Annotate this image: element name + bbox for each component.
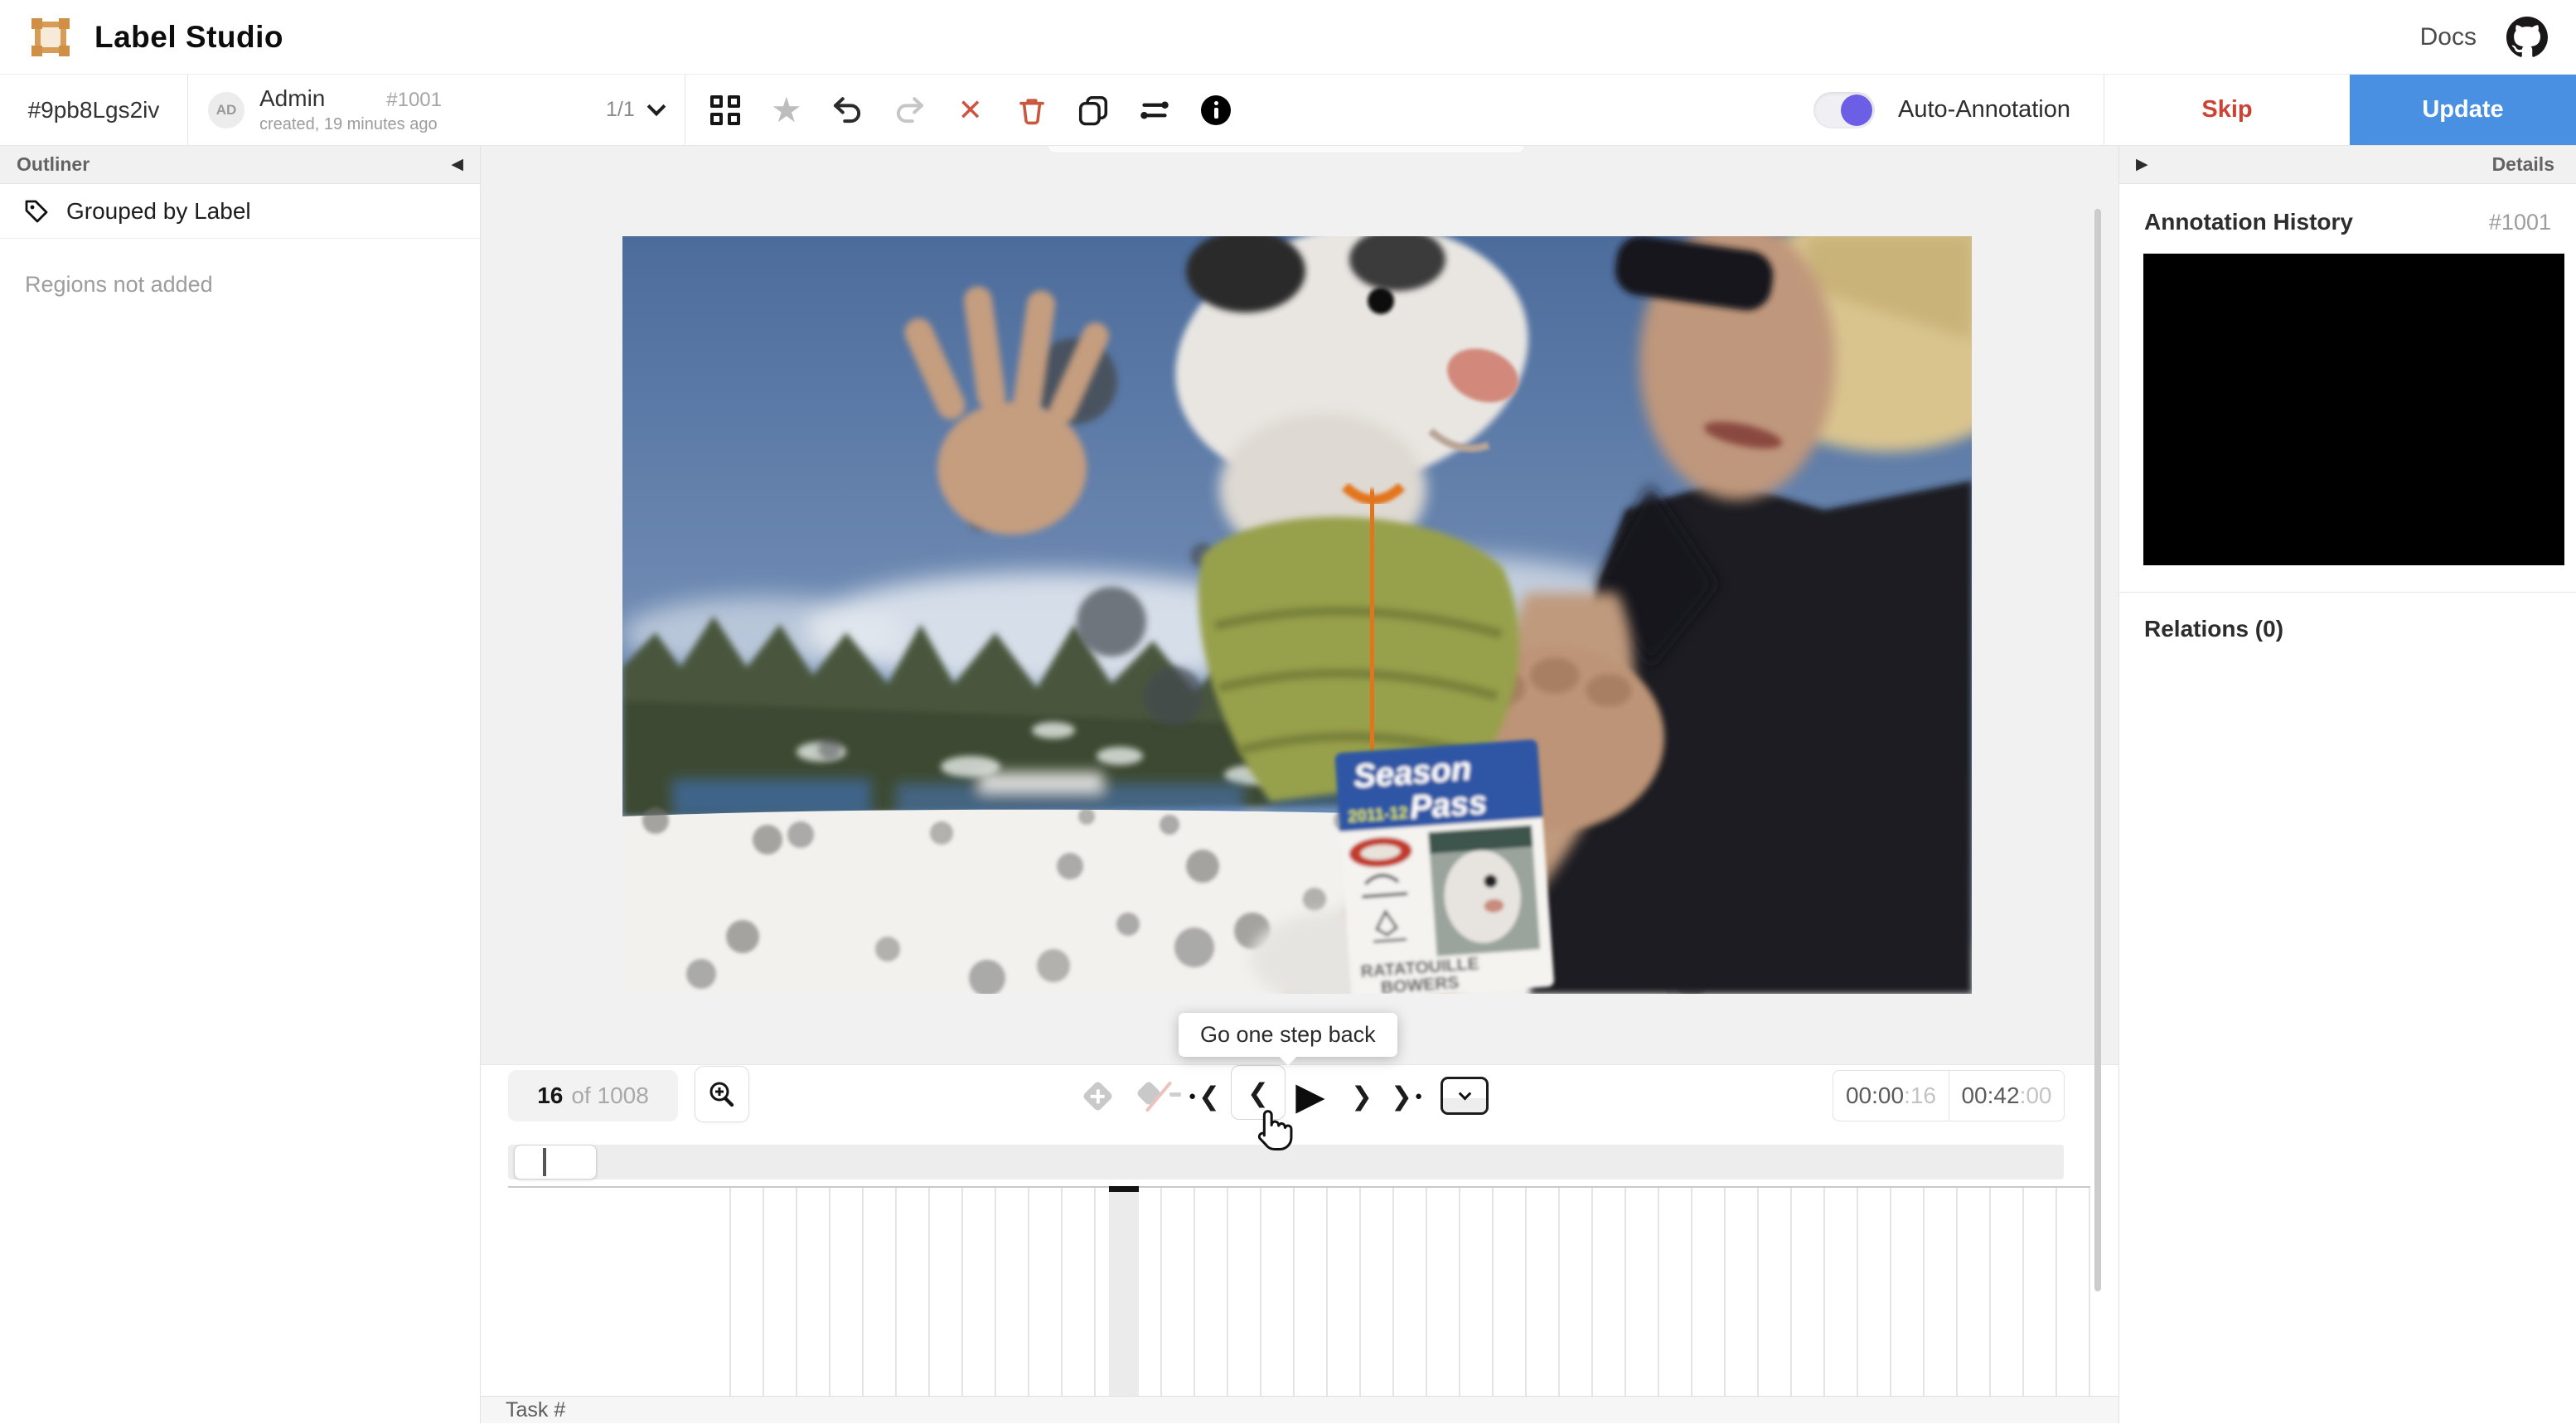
chevron-left-icon: ❮	[1247, 1078, 1269, 1107]
frame-current[interactable]: 16	[537, 1083, 563, 1109]
playhead[interactable]	[1109, 1186, 1139, 1398]
previous-keypoint-button[interactable]: ● ❮	[1181, 1070, 1227, 1121]
annotation-history-title: Annotation History	[2144, 209, 2353, 235]
star-icon: ★	[770, 90, 802, 129]
annotation-history-id: #1001	[2488, 210, 2551, 235]
chevron-right-icon: ❯	[1390, 1081, 1412, 1111]
keypoint-dot-icon: ●	[1188, 1088, 1197, 1103]
add-keypoint-button[interactable]	[1079, 1070, 1116, 1121]
toggle-knob	[1841, 94, 1873, 126]
label-studio-app: Label Studio Docs #9pb8Lgs2iv AD Admin #…	[0, 0, 2576, 1424]
outliner-title: Outliner	[17, 153, 90, 175]
view-all-button[interactable]	[707, 92, 743, 128]
annotation-canvas: Season Pass 2011-12 RATATOUILLE BOWERS G…	[481, 146, 2118, 1423]
undo-icon	[833, 96, 860, 123]
github-icon[interactable]	[2506, 16, 2548, 58]
details-title: Details	[2491, 153, 2554, 175]
docs-link[interactable]: Docs	[2420, 23, 2477, 51]
collapse-timeline-button[interactable]	[1441, 1077, 1489, 1115]
expand-panel-icon[interactable]: ▶	[2136, 157, 2148, 172]
redo-icon	[896, 96, 923, 123]
top-header: Label Studio Docs	[0, 0, 2576, 75]
chevron-left-icon: ❮	[1198, 1081, 1221, 1111]
outliner-panel: Outliner ◀ Grouped by Label Regions not …	[0, 146, 481, 1423]
chevron-down-icon	[646, 96, 666, 116]
player-controls-area: 16 of 1008 ● ❮ ❮ ▶ ❯ ❯ ● 00:00:16 00:42…	[481, 1064, 2118, 1423]
zoom-in-button[interactable]	[695, 1066, 749, 1122]
toggle-interpolation-button[interactable]	[1135, 1070, 1181, 1121]
annotation-created: created, 19 minutes ago	[259, 115, 438, 133]
undo-button[interactable]	[830, 92, 866, 128]
task-row-label: Task #	[506, 1397, 566, 1422]
info-icon	[1200, 94, 1231, 125]
skip-button[interactable]: Skip	[2104, 75, 2350, 145]
delete-button[interactable]	[1014, 92, 1050, 128]
group-by-selector[interactable]: Grouped by Label	[0, 184, 480, 239]
task-id[interactable]: #9pb8Lgs2iv	[0, 75, 187, 145]
annotation-counter[interactable]: 1/1	[584, 75, 685, 145]
seek-track[interactable]	[508, 1145, 2064, 1179]
grid-icon	[709, 94, 740, 125]
relations-icon	[1140, 101, 1169, 119]
update-button[interactable]: Update	[2350, 75, 2576, 145]
duplicate-icon	[1078, 95, 1107, 125]
annotation-history-preview[interactable]	[2143, 254, 2564, 565]
avatar: AD	[208, 91, 245, 128]
label-studio-logo-icon	[31, 17, 70, 56]
magnifier-plus-icon	[709, 1082, 734, 1107]
video-frame[interactable]: Season Pass 2011-12 RATATOUILLE BOWERS	[622, 211, 2052, 1007]
annotation-id: #1001	[386, 89, 442, 111]
timeline-task-row: Task #	[481, 1396, 2118, 1423]
badge-pass-text: Pass	[1408, 784, 1488, 826]
seek-position-marker	[543, 1148, 546, 1176]
interpolation-disabled-icon	[1135, 1078, 1181, 1114]
app-title: Label Studio	[94, 19, 283, 54]
relations-button[interactable]	[1136, 92, 1173, 128]
next-frame-button[interactable]: ❯	[1344, 1070, 1380, 1121]
next-keypoint-button[interactable]: ❯ ●	[1383, 1070, 1430, 1121]
auto-annotation-label: Auto-Annotation	[1898, 96, 2070, 123]
duplicate-button[interactable]	[1075, 92, 1111, 128]
keypoint-dot-icon: ●	[1414, 1088, 1423, 1103]
chevron-right-icon: ❯	[1351, 1081, 1373, 1111]
tooltip: Go one step back	[1179, 1013, 1397, 1057]
total-time: 00:42:00	[1949, 1070, 2065, 1121]
timeline-ruler[interactable]	[508, 1186, 2090, 1398]
close-icon: ✕	[957, 92, 983, 127]
ground-truth-button[interactable]: ★	[768, 92, 805, 128]
timecode-display: 00:00:16 00:42:00	[1833, 1070, 2065, 1121]
floating-toolbar-edge	[1048, 146, 1525, 153]
frame-total: of 1008	[571, 1083, 649, 1108]
details-panel: ▶ Details Annotation History #1001 Relat…	[2118, 146, 2576, 1423]
details-header: ▶ Details	[2119, 146, 2576, 184]
vertical-scrollbar[interactable]	[2094, 209, 2101, 1291]
reset-button[interactable]: ✕	[952, 92, 989, 128]
chevron-down-icon	[1458, 1087, 1471, 1100]
annotator-name: Admin	[259, 85, 326, 111]
current-time[interactable]: 00:00:16	[1833, 1070, 1949, 1121]
seek-viewport-handle[interactable]	[514, 1145, 597, 1179]
previous-frame-button[interactable]: ❮	[1231, 1065, 1286, 1120]
outliner-header: Outliner ◀	[0, 146, 480, 184]
collapse-panel-icon[interactable]: ◀	[451, 157, 463, 172]
redo-button[interactable]	[891, 92, 927, 128]
relations-title: Relations (0)	[2144, 616, 2284, 642]
regions-empty-message: Regions not added	[25, 272, 213, 297]
annotation-owner[interactable]: AD Admin #1001 created, 19 minutes ago	[188, 75, 584, 145]
tag-icon	[25, 200, 48, 222]
auto-annotation-toggle[interactable]	[1813, 91, 1876, 128]
keypoint-add-icon	[1081, 1079, 1114, 1112]
frame-ticks	[729, 1188, 2090, 1398]
info-button[interactable]	[1198, 92, 1234, 128]
trash-icon	[1019, 98, 1044, 124]
frame-counter[interactable]: 16 of 1008	[508, 1070, 678, 1121]
play-icon: ▶	[1295, 1074, 1325, 1117]
task-toolbar: #9pb8Lgs2iv AD Admin #1001 created, 19 m…	[0, 75, 2576, 146]
play-button[interactable]: ▶	[1289, 1070, 1332, 1121]
group-by-label: Grouped by Label	[66, 197, 251, 224]
